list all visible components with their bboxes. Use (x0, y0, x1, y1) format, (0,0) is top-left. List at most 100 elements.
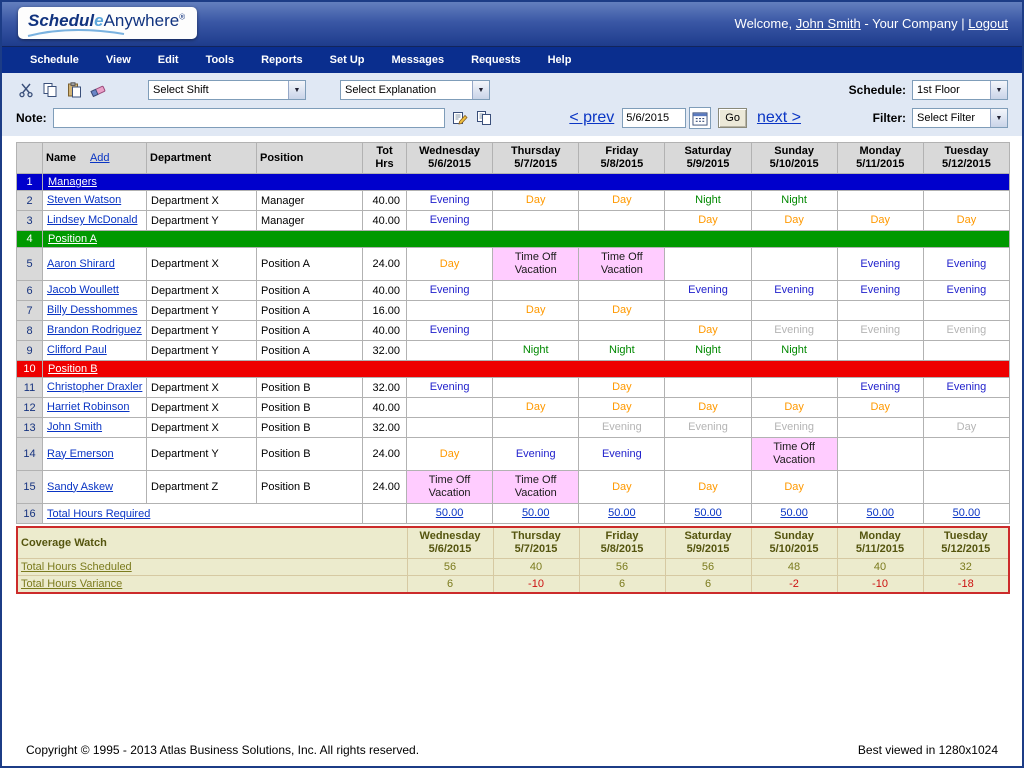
schedule-cell[interactable]: Day (578, 470, 666, 504)
next-link[interactable]: next > (757, 109, 801, 127)
schedule-cell[interactable]: Evening (405, 210, 494, 231)
schedule-cell[interactable]: Evening (664, 417, 752, 438)
note-input[interactable] (52, 108, 445, 128)
schedule-cell[interactable]: Day (492, 397, 580, 418)
schedule-cell[interactable] (578, 320, 666, 341)
schedule-cell[interactable] (750, 300, 838, 321)
calendar-icon[interactable] (689, 107, 712, 129)
edit-note-icon[interactable] (450, 109, 470, 127)
menu-item-schedule[interactable]: Schedule (30, 54, 79, 66)
schedule-cell[interactable] (492, 320, 580, 341)
schedule-cell[interactable] (405, 397, 494, 418)
schedule-cell[interactable]: Night (750, 190, 838, 211)
menu-item-messages[interactable]: Messages (391, 54, 444, 66)
employee-link[interactable]: Ray Emerson (47, 448, 114, 460)
schedule-cell[interactable]: Day (664, 470, 752, 504)
employee-link[interactable]: Clifford Paul (47, 344, 107, 356)
menu-item-edit[interactable]: Edit (158, 54, 179, 66)
filter-dropdown[interactable]: Select Filter ▼ (912, 108, 1008, 128)
schedule-cell[interactable] (922, 300, 1011, 321)
schedule-cell[interactable]: Day (578, 397, 666, 418)
schedule-cell[interactable]: Evening (922, 280, 1011, 301)
schedule-cell[interactable] (836, 300, 924, 321)
total-hours-required-link[interactable]: Total Hours Required (47, 508, 150, 520)
schedule-dropdown[interactable]: 1st Floor ▼ (912, 80, 1008, 100)
schedule-cell[interactable]: Day (922, 210, 1011, 231)
schedule-cell[interactable] (922, 437, 1011, 471)
schedule-cell[interactable]: Time Off Vacation (492, 470, 580, 504)
schedule-cell[interactable] (664, 437, 752, 471)
group-link[interactable]: Position B (48, 363, 98, 375)
employee-link[interactable]: Lindsey McDonald (47, 214, 138, 226)
schedule-cell[interactable] (750, 247, 838, 281)
menu-item-set-up[interactable]: Set Up (330, 54, 365, 66)
group-link[interactable]: Managers (48, 176, 97, 188)
schedule-cell[interactable]: Time Off Vacation (405, 470, 494, 504)
schedule-cell[interactable] (492, 280, 580, 301)
user-link[interactable]: John Smith (796, 16, 861, 31)
logout-link[interactable]: Logout (968, 16, 1008, 31)
employee-link[interactable]: Harriet Robinson (47, 401, 130, 413)
schedule-cell[interactable] (492, 377, 580, 398)
menu-item-tools[interactable]: Tools (206, 54, 235, 66)
required-hours-link[interactable]: 50.00 (867, 507, 895, 519)
schedule-cell[interactable] (492, 417, 580, 438)
prev-link[interactable]: < prev (569, 109, 614, 127)
schedule-cell[interactable]: Day (664, 320, 752, 341)
schedule-cell[interactable]: Day (664, 397, 752, 418)
schedule-cell[interactable]: Evening (664, 280, 752, 301)
schedule-cell[interactable] (492, 210, 580, 231)
copy-note-icon[interactable] (474, 109, 494, 127)
schedule-cell[interactable]: Evening (750, 280, 838, 301)
menu-item-help[interactable]: Help (548, 54, 572, 66)
schedule-cell[interactable]: Day (578, 377, 666, 398)
schedule-cell[interactable] (836, 340, 924, 361)
schedule-cell[interactable]: Day (922, 417, 1011, 438)
schedule-cell[interactable] (836, 437, 924, 471)
schedule-cell[interactable]: Evening (836, 377, 924, 398)
employee-link[interactable]: Christopher Draxler (47, 381, 142, 393)
schedule-cell[interactable]: Evening (405, 190, 494, 211)
schedule-cell[interactable]: Day (492, 300, 580, 321)
required-hours-link[interactable]: 50.00 (608, 507, 636, 519)
paste-icon[interactable] (64, 81, 84, 99)
add-link[interactable]: Add (90, 152, 110, 164)
schedule-cell[interactable] (664, 247, 752, 281)
schedule-cell[interactable] (664, 377, 752, 398)
schedule-cell[interactable]: Time Off Vacation (578, 247, 666, 281)
schedule-cell[interactable]: Night (664, 340, 752, 361)
schedule-cell[interactable]: Evening (922, 377, 1011, 398)
coverage-link[interactable]: Total Hours Scheduled (21, 561, 132, 573)
required-hours-link[interactable]: 50.00 (436, 507, 464, 519)
required-hours-link[interactable]: 50.00 (780, 507, 808, 519)
schedule-cell[interactable]: Evening (405, 280, 494, 301)
schedule-cell[interactable]: Night (578, 340, 666, 361)
schedule-cell[interactable]: Time Off Vacation (750, 437, 838, 471)
employee-link[interactable]: Jacob Woullett (47, 284, 119, 296)
schedule-cell[interactable]: Day (405, 247, 494, 281)
required-hours-link[interactable]: 50.00 (522, 507, 550, 519)
employee-link[interactable]: Aaron Shirard (47, 258, 115, 270)
schedule-cell[interactable] (836, 190, 924, 211)
schedule-cell[interactable]: Day (405, 437, 494, 471)
schedule-cell[interactable]: Evening (405, 377, 494, 398)
schedule-cell[interactable]: Evening (836, 247, 924, 281)
schedule-cell[interactable] (922, 397, 1011, 418)
schedule-cell[interactable] (922, 470, 1011, 504)
schedule-cell[interactable]: Evening (750, 320, 838, 341)
schedule-cell[interactable] (405, 300, 494, 321)
schedule-cell[interactable]: Day (664, 210, 752, 231)
employee-link[interactable]: Billy Desshommes (47, 304, 137, 316)
menu-item-view[interactable]: View (106, 54, 131, 66)
menu-item-requests[interactable]: Requests (471, 54, 521, 66)
schedule-cell[interactable]: Evening (492, 437, 580, 471)
schedule-cell[interactable]: Evening (750, 417, 838, 438)
select-explanation-dropdown[interactable]: Select Explanation ▼ (340, 80, 490, 100)
schedule-cell[interactable] (922, 340, 1011, 361)
schedule-cell[interactable]: Day (492, 190, 580, 211)
schedule-cell[interactable] (664, 300, 752, 321)
schedule-cell[interactable]: Day (836, 397, 924, 418)
schedule-cell[interactable] (836, 417, 924, 438)
employee-link[interactable]: Steven Watson (47, 194, 121, 206)
copy-icon[interactable] (40, 81, 60, 99)
